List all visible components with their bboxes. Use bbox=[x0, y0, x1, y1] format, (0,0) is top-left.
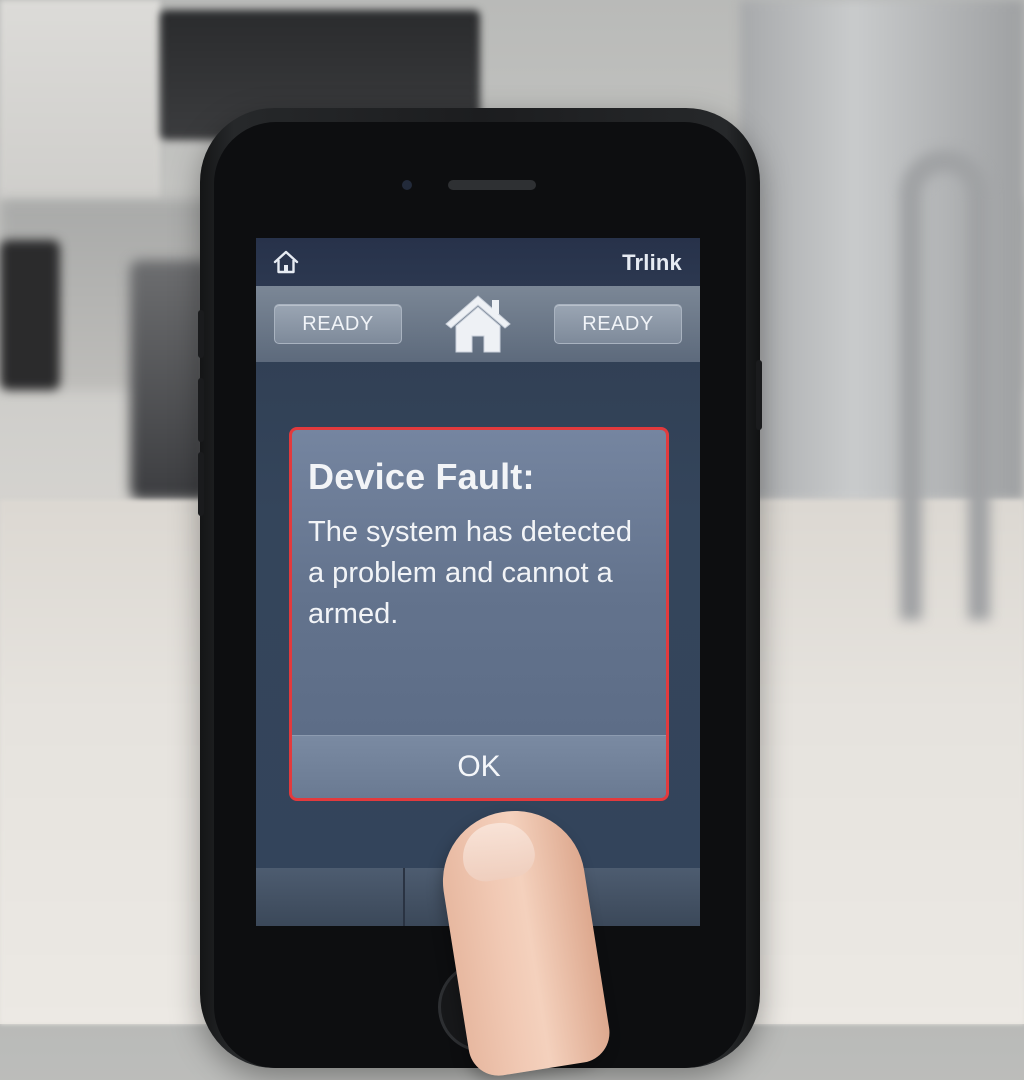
background-appliance bbox=[0, 240, 60, 390]
app-status-bar: Trlink bbox=[256, 238, 700, 286]
device-fault-dialog: Device Fault: The system has detected a … bbox=[289, 427, 669, 801]
ready-status-left-button[interactable]: READY bbox=[274, 304, 402, 344]
earpiece-speaker bbox=[448, 180, 536, 190]
fingernail bbox=[458, 817, 539, 885]
status-toolbar: READY READY bbox=[256, 286, 700, 362]
volume-up-button bbox=[198, 378, 204, 442]
front-camera bbox=[402, 180, 412, 190]
power-button bbox=[756, 360, 762, 430]
background-faucet bbox=[900, 150, 990, 620]
home-outline-icon[interactable] bbox=[272, 248, 300, 276]
volume-down-button bbox=[198, 452, 204, 516]
dialog-message: The system has detected a problem and ca… bbox=[308, 516, 632, 630]
ok-button[interactable]: OK bbox=[292, 735, 666, 798]
ready-status-right-button[interactable]: READY bbox=[554, 304, 682, 344]
mute-switch bbox=[198, 310, 204, 358]
bottom-tab-1[interactable] bbox=[256, 868, 405, 926]
background-cabinet bbox=[0, 0, 160, 200]
brand-logo: Trlink bbox=[622, 250, 682, 275]
dialog-title: Device Fault: bbox=[308, 456, 535, 497]
house-icon[interactable] bbox=[442, 290, 514, 358]
